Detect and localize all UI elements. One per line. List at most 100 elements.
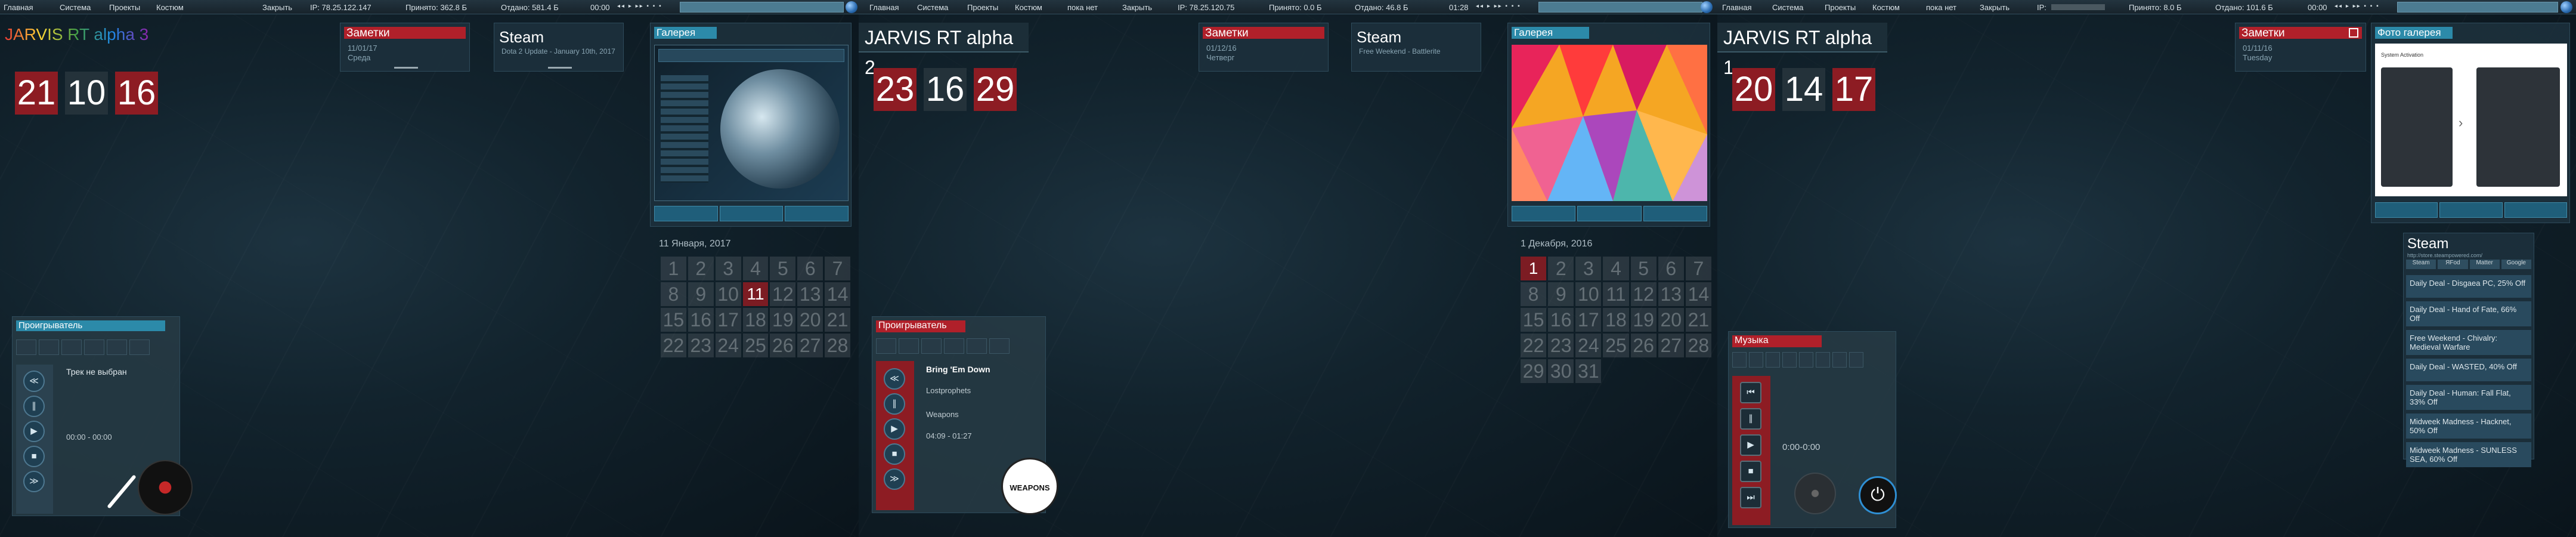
menu-not-yet[interactable]: пока нет <box>1926 3 1956 12</box>
list-item[interactable]: Daily Deal - Human: Fall Flat, 33% Off <box>2406 385 2531 410</box>
menu-home[interactable]: Главная <box>4 3 33 12</box>
menu-system[interactable]: Система <box>60 3 91 12</box>
calendar-day[interactable]: 17 <box>715 308 741 332</box>
play-button[interactable]: ▶ <box>1740 434 1761 456</box>
list-item[interactable]: Free Weekend - Chivalry: Medieval Warfar… <box>2406 330 2531 355</box>
steam-tabs[interactable]: Steam ЯFod Matter Google <box>2406 260 2531 269</box>
calendar-day[interactable]: 5 <box>770 257 796 280</box>
menu-system[interactable]: Система <box>917 3 948 12</box>
gallery-image[interactable] <box>654 45 849 201</box>
calendar-day[interactable]: 15 <box>661 308 686 332</box>
resize-handle[interactable] <box>548 67 572 69</box>
calendar-day[interactable]: 20 <box>797 308 823 332</box>
calendar-day[interactable]: 9 <box>1548 282 1574 306</box>
previous-button[interactable]: ≪ <box>23 371 45 392</box>
calendar-grid[interactable]: 1 2 3 4 5 6 7 8 9 10 11 12 13 14 15 16 17 18 19 20 21 22 23 24 2… <box>1521 257 1711 383</box>
calendar-day[interactable]: 2 <box>688 257 714 280</box>
edit-icon[interactable] <box>2349 28 2358 38</box>
calendar-day[interactable]: 31 <box>1575 359 1602 383</box>
calendar-day[interactable]: 3 <box>1575 257 1602 280</box>
media-controls-small[interactable]: ◂◂ ▸ ▸▸ ▪ ▪ ▪ <box>1476 3 1521 10</box>
calendar-day[interactable]: 6 <box>1658 257 1684 280</box>
calendar-day[interactable]: 28 <box>825 334 850 357</box>
calendar-day[interactable]: 11 <box>742 282 769 306</box>
calendar-day[interactable]: 9 <box>688 282 714 306</box>
media-controls-small[interactable]: ◂◂ ▸ ▸▸ ▪ ▪ ▪ <box>617 3 662 10</box>
next-button[interactable]: ≫ <box>884 468 905 490</box>
media-controls-small[interactable]: ◂◂ ▸ ▸▸ ▪ ▪ ▪ <box>2334 3 2380 10</box>
notes-widget[interactable]: Заметки 01/11/16 Tuesday <box>2235 23 2366 72</box>
list-item[interactable]: Daily Deal - Disgaea PC, 25% Off <box>2406 275 2531 298</box>
calendar-day[interactable]: 19 <box>770 308 796 332</box>
calendar-day[interactable]: 8 <box>1521 282 1547 306</box>
next-button[interactable]: ⏭ <box>1740 487 1761 508</box>
calendar-day[interactable]: 16 <box>1548 308 1574 332</box>
calendar-day[interactable]: 25 <box>1603 334 1629 357</box>
calendar-day[interactable]: 23 <box>1548 334 1574 357</box>
menu-projects[interactable]: Проекты <box>1825 3 1856 12</box>
stop-button[interactable]: ■ <box>23 446 45 467</box>
power-icon[interactable]: ⏻ <box>1859 476 1897 514</box>
calendar-day[interactable]: 16 <box>688 308 714 332</box>
menu-system[interactable]: Система <box>1772 3 1803 12</box>
calendar-day[interactable]: 11 <box>1603 282 1629 306</box>
calendar-day[interactable]: 27 <box>1658 334 1684 357</box>
calendar-day[interactable]: 15 <box>1521 308 1547 332</box>
menu-close[interactable]: Закрыть <box>1980 3 2010 12</box>
search-input[interactable] <box>680 2 844 13</box>
player-widget[interactable]: Проигрыватель ≪ ∥ ▶ ■ ≫ Bring 'Em Down L… <box>872 316 1058 515</box>
gallery-widget[interactable]: Галерея <box>650 23 852 227</box>
calendar-day[interactable]: 13 <box>797 282 823 306</box>
menu-close[interactable]: Закрыть <box>1122 3 1152 12</box>
menu-projects[interactable]: Проекты <box>967 3 998 12</box>
stop-button[interactable]: ■ <box>884 443 905 465</box>
photo-gallery-widget[interactable]: Фото галерея System Activation › <box>2371 23 2570 223</box>
photo-tabs[interactable] <box>2375 202 2567 218</box>
play-button[interactable]: ▶ <box>23 421 45 442</box>
calendar-day[interactable]: 10 <box>715 282 741 306</box>
calendar-day[interactable]: 22 <box>1521 334 1547 357</box>
menu-suit[interactable]: Костюм <box>1872 3 1900 12</box>
notes-widget[interactable]: Заметки 01/12/16 Четверг <box>1199 23 1329 72</box>
calendar-day[interactable]: 1 <box>1521 257 1547 280</box>
gallery-image[interactable] <box>1512 45 1707 201</box>
calendar-grid[interactable]: 1 2 3 4 5 6 7 8 9 10 11 12 13 14 15 16 17 18 19 20 21 22 23 24 2… <box>661 257 850 357</box>
steam-list-widget[interactable]: Steam http://store.steampowered.com/ Ste… <box>2403 233 2534 467</box>
calendar-day[interactable]: 12 <box>770 282 796 306</box>
menu-suit[interactable]: Костюм <box>1015 3 1042 12</box>
steam-news[interactable]: Dota 2 Update - January 10th, 2017 <box>501 47 615 55</box>
calendar-day[interactable]: 26 <box>1630 334 1657 357</box>
calendar-day[interactable]: 3 <box>715 257 741 280</box>
calendar-day[interactable]: 27 <box>797 334 823 357</box>
steam-widget[interactable]: Steam Dota 2 Update - January 10th, 2017 <box>494 23 624 72</box>
calendar-day[interactable]: 21 <box>1685 308 1711 332</box>
calendar-day[interactable]: 19 <box>1630 308 1657 332</box>
menu-home[interactable]: Главная <box>1722 3 1751 12</box>
menu-suit[interactable]: Костюм <box>156 3 184 12</box>
calendar-day[interactable]: 10 <box>1575 282 1602 306</box>
menu-projects[interactable]: Проекты <box>109 3 140 12</box>
pause-button[interactable]: ∥ <box>1740 408 1761 430</box>
calendar-day[interactable]: 20 <box>1658 308 1684 332</box>
calendar-day[interactable]: 23 <box>688 334 714 357</box>
calendar-day[interactable]: 5 <box>1630 257 1657 280</box>
calendar-day[interactable]: 12 <box>1630 282 1657 306</box>
calendar-day[interactable]: 1 <box>661 257 686 280</box>
menu-not-yet[interactable]: пока нет <box>1067 3 1098 12</box>
steam-tab-3[interactable]: Matter <box>2469 260 2500 269</box>
gallery-tabs[interactable] <box>1512 206 1707 221</box>
globe-icon[interactable] <box>1701 1 1713 13</box>
search-input[interactable] <box>1538 2 1702 13</box>
player-tabs[interactable] <box>16 340 150 355</box>
steam-tab-1[interactable]: Steam <box>2406 260 2436 269</box>
calendar-day[interactable]: 18 <box>742 308 769 332</box>
globe-icon[interactable] <box>846 1 857 13</box>
list-item[interactable]: Midweek Madness - Hacknet, 50% Off <box>2406 413 2531 439</box>
pause-button[interactable]: ∥ <box>884 393 905 415</box>
music-tabs[interactable] <box>1732 352 1863 368</box>
menu-close[interactable]: Закрыть <box>262 3 292 12</box>
calendar-day[interactable]: 22 <box>661 334 686 357</box>
calendar-day[interactable]: 4 <box>1603 257 1629 280</box>
calendar-day[interactable]: 29 <box>1521 359 1547 383</box>
music-widget[interactable]: Музыка ⏮ ∥ ▶ ■ ⏭ 0:00-0:00 ⏻ <box>1728 331 1897 528</box>
